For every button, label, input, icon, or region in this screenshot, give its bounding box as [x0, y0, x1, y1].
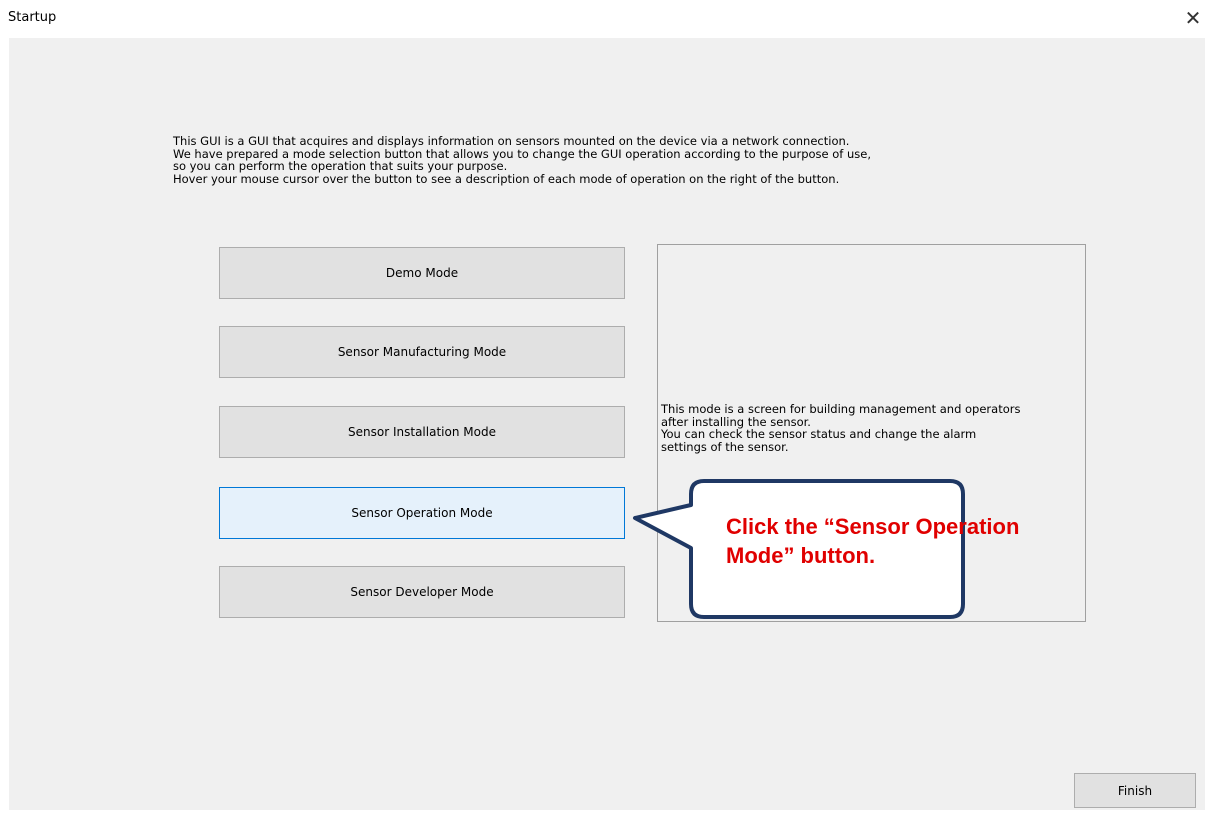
callout-line: Mode” button.: [726, 543, 876, 568]
intro-line: Hover your mouse cursor over the button …: [173, 171, 840, 186]
description-line: settings of the sensor.: [661, 439, 789, 454]
callout-line: Click the “Sensor Operation: [726, 514, 1020, 539]
intro-text: This GUI is a GUI that acquires and disp…: [173, 135, 1053, 185]
window-title: Startup: [8, 10, 57, 25]
description-line: You can check the sensor status and chan…: [661, 427, 977, 441]
callout-text: Click the “Sensor Operation Mode” button…: [726, 512, 1146, 570]
title-bar: Startup ✕: [0, 0, 1214, 38]
description-line: This mode is a screen for building manag…: [661, 402, 1021, 416]
sensor-developer-mode-button[interactable]: Sensor Developer Mode: [219, 566, 625, 618]
intro-line: This GUI is a GUI that acquires and disp…: [173, 134, 850, 148]
sensor-operation-mode-button[interactable]: Sensor Operation Mode: [219, 487, 625, 539]
close-icon[interactable]: ✕: [1178, 4, 1208, 32]
sensor-manufacturing-mode-button[interactable]: Sensor Manufacturing Mode: [219, 326, 625, 378]
startup-window: Startup ✕ This GUI is a GUI that acquire…: [0, 0, 1214, 818]
demo-mode-button[interactable]: Demo Mode: [219, 247, 625, 299]
sensor-installation-mode-button[interactable]: Sensor Installation Mode: [219, 406, 625, 458]
mode-description-text: This mode is a screen for building manag…: [661, 403, 1081, 453]
intro-line: so you can perform the operation that su…: [173, 159, 508, 173]
client-area: This GUI is a GUI that acquires and disp…: [9, 38, 1205, 810]
finish-button[interactable]: Finish: [1074, 773, 1196, 808]
